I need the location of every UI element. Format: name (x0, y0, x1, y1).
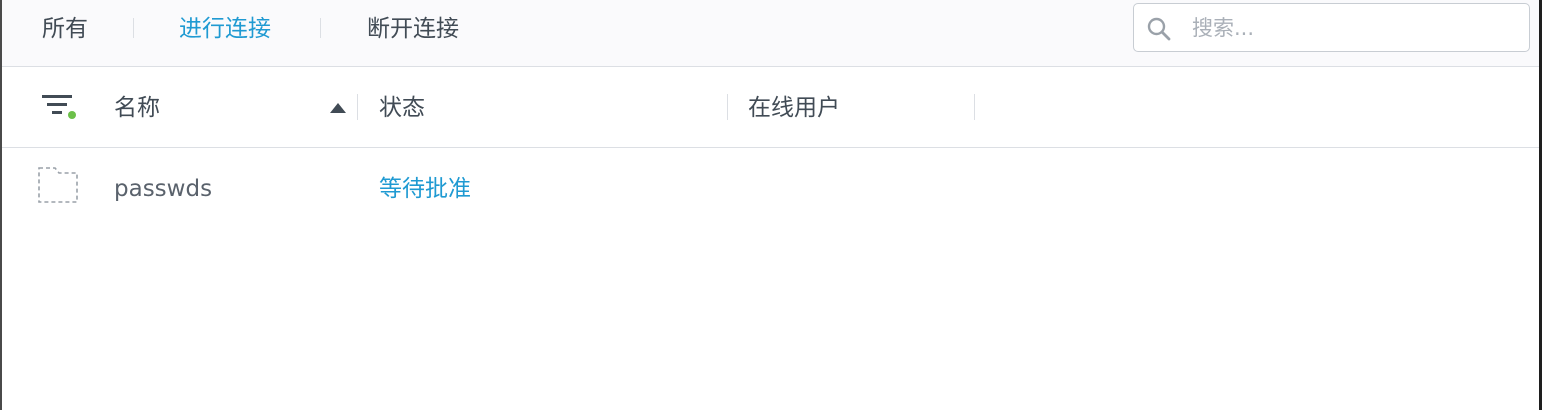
toolbar: 所有 进行连接 断开连接 (2, 0, 1539, 67)
tab-separator (320, 18, 321, 38)
column-separator[interactable] (727, 94, 728, 120)
filter-icon[interactable] (42, 94, 78, 120)
column-header-status[interactable]: 状态 (379, 67, 425, 147)
tab-disconnected[interactable]: 断开连接 (367, 0, 459, 58)
tab-connecting[interactable]: 进行连接 (179, 0, 271, 58)
row-status: 等待批准 (379, 176, 471, 202)
tab-all[interactable]: 所有 (42, 0, 88, 58)
sort-ascending-icon[interactable] (330, 103, 346, 113)
column-header-name[interactable]: 名称 (114, 67, 160, 147)
folder-placeholder-icon (38, 167, 78, 203)
search-input[interactable] (1192, 4, 1512, 51)
column-header-online-users[interactable]: 在线用户 (748, 67, 840, 147)
search-icon (1147, 17, 1171, 41)
column-separator[interactable] (357, 94, 358, 120)
table-row[interactable]: passwds 等待批准 (2, 148, 1539, 230)
tab-separator (133, 18, 134, 38)
search-box[interactable] (1133, 3, 1530, 52)
row-name: passwds (114, 176, 213, 202)
column-separator[interactable] (974, 94, 975, 120)
table-header: 名称 状态 在线用户 (2, 67, 1539, 148)
